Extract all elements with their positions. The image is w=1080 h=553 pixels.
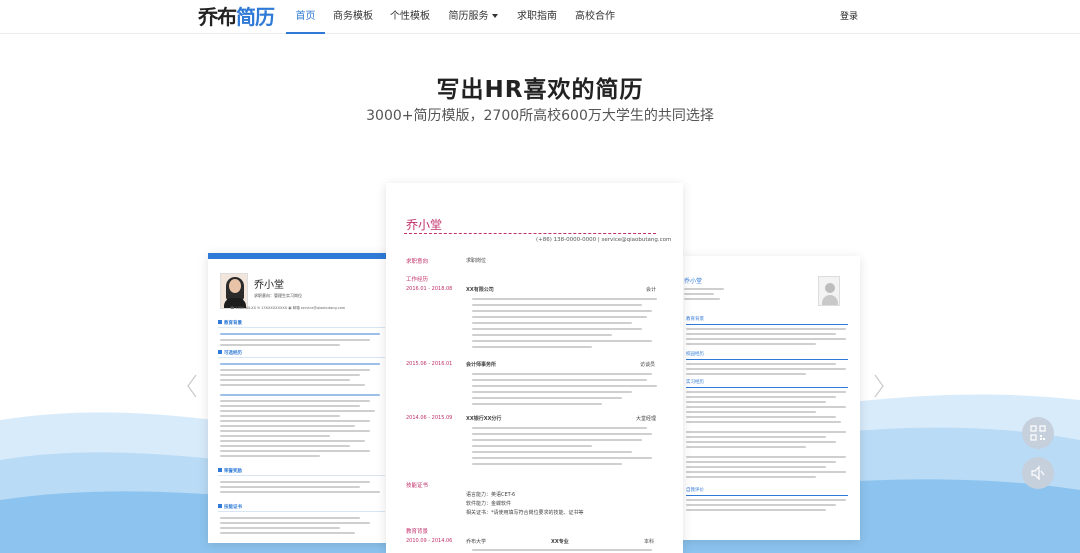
work-role: 大堂经理 bbox=[636, 416, 657, 422]
skill-line: 软件能力：金蝶软件 bbox=[466, 501, 512, 507]
section-header: 技能证书 bbox=[218, 504, 385, 512]
section-header: 实习经历 bbox=[686, 380, 704, 385]
chevron-left-icon bbox=[187, 374, 197, 398]
skill-line: 相关证书：*请使用填写符合岗位要求的技能、证书等 bbox=[466, 510, 584, 516]
section-header: 自我评价 bbox=[686, 488, 704, 493]
nav-item-label: 高校合作 bbox=[575, 11, 615, 22]
work-company: XX银行XX分行 bbox=[466, 416, 502, 422]
section-header: 教育背景 bbox=[218, 320, 385, 328]
chevron-down-icon bbox=[491, 14, 498, 18]
resume-intent: 求职意向：管理生实习岗位 bbox=[254, 293, 302, 298]
divider bbox=[404, 233, 656, 234]
section-header: 教育背景 bbox=[686, 317, 704, 322]
section-header: 技能证书 bbox=[406, 483, 429, 489]
section-header: 可选经历 bbox=[218, 350, 385, 358]
card-accent-bar bbox=[208, 253, 395, 259]
resume-template-card-right[interactable]: 乔小堂 教育背景 校园经历 实习经历 自我评价 bbox=[682, 256, 860, 540]
resume-template-card-left[interactable]: 乔小堂 求职意向：管理生实习岗位 ☎ 1580-XX-XX ✉ 13XXXXXX… bbox=[208, 253, 395, 543]
nav-item-business-templates[interactable]: 商务模板 bbox=[331, 0, 375, 34]
edu-major: XX专业 bbox=[551, 539, 569, 545]
nav-item-label: 简历服务 bbox=[448, 11, 489, 22]
work-role: 访谈员 bbox=[640, 362, 656, 368]
logo-text-part1: 乔布 bbox=[198, 5, 237, 29]
logo-text-part2: 简历 bbox=[236, 5, 275, 29]
hero-subtitle: 3000+简历模版，2700所高校600万大学生的共同选择 bbox=[366, 108, 714, 124]
carousel-next-button[interactable] bbox=[874, 374, 884, 398]
edu-school: 乔布大学 bbox=[466, 539, 487, 545]
work-date: 2015.06 - 2016.01 bbox=[406, 361, 453, 367]
section-header: 教育背景 bbox=[406, 529, 429, 535]
login-link[interactable]: 登录 bbox=[840, 0, 858, 34]
intent-value: 求职岗位 bbox=[466, 258, 487, 264]
resume-name: 乔小堂 bbox=[684, 278, 703, 285]
section-header: 荣誉奖励 bbox=[218, 468, 385, 476]
nav-item-resume-services[interactable]: 简历服务 bbox=[446, 0, 500, 34]
nav-item-creative-templates[interactable]: 个性模板 bbox=[388, 0, 432, 34]
section-header: 求职意向 bbox=[406, 259, 429, 265]
nav-item-label: 商务模板 bbox=[333, 11, 373, 22]
resume-name: 乔小堂 bbox=[406, 218, 443, 232]
work-date: 2014.06 - 2015.09 bbox=[406, 415, 453, 421]
nav-item-job-guide[interactable]: 求职指南 bbox=[515, 0, 559, 34]
qrcode-icon bbox=[1030, 425, 1046, 441]
edu-degree: 本科 bbox=[644, 539, 655, 545]
qrcode-button[interactable] bbox=[1022, 417, 1054, 449]
work-company: XX有限公司 bbox=[466, 287, 494, 293]
resume-contact: ☎ 1580-XX-XX ✉ 13XXXXXXXXX ▣ 邮箱 service@… bbox=[230, 306, 346, 310]
nav-item-label: 个性模板 bbox=[390, 11, 430, 22]
top-navbar: 乔布简历 首页 商务模板 个性模板 简历服务 求职指南 高校合作 登录 bbox=[0, 0, 1080, 34]
nav-item-home[interactable]: 首页 bbox=[286, 0, 325, 34]
chevron-right-icon bbox=[874, 374, 884, 398]
nav-item-label: 求职指南 bbox=[517, 11, 557, 22]
site-logo[interactable]: 乔布简历 bbox=[198, 3, 275, 31]
speaker-icon bbox=[1031, 465, 1045, 481]
edu-date: 2010.09 - 2014.06 bbox=[406, 538, 453, 544]
carousel-prev-button[interactable] bbox=[187, 374, 197, 398]
hero-title: 写出HR喜欢的简历 bbox=[436, 77, 644, 103]
nav-item-university-partnership[interactable]: 高校合作 bbox=[573, 0, 617, 34]
avatar-placeholder bbox=[818, 276, 840, 306]
nav-item-label: 首页 bbox=[295, 11, 316, 22]
section-header: 工作经历 bbox=[406, 277, 429, 283]
speaker-button[interactable] bbox=[1022, 457, 1054, 489]
section-header: 校园经历 bbox=[686, 352, 704, 357]
resume-contact: (+86) 138-0000-0000 | service@qiaobutang… bbox=[536, 237, 672, 243]
avatar bbox=[220, 273, 248, 309]
work-company: 会计师事务所 bbox=[466, 362, 497, 368]
work-date: 2016.01 - 2018.08 bbox=[406, 286, 453, 292]
skill-line: 语言能力：英语CET-6 bbox=[466, 492, 516, 498]
resume-template-card-center[interactable]: 乔小堂 (+86) 138-0000-0000 | service@qiaobu… bbox=[386, 183, 683, 553]
work-role: 会计 bbox=[646, 287, 657, 293]
resume-name: 乔小堂 bbox=[254, 280, 284, 291]
